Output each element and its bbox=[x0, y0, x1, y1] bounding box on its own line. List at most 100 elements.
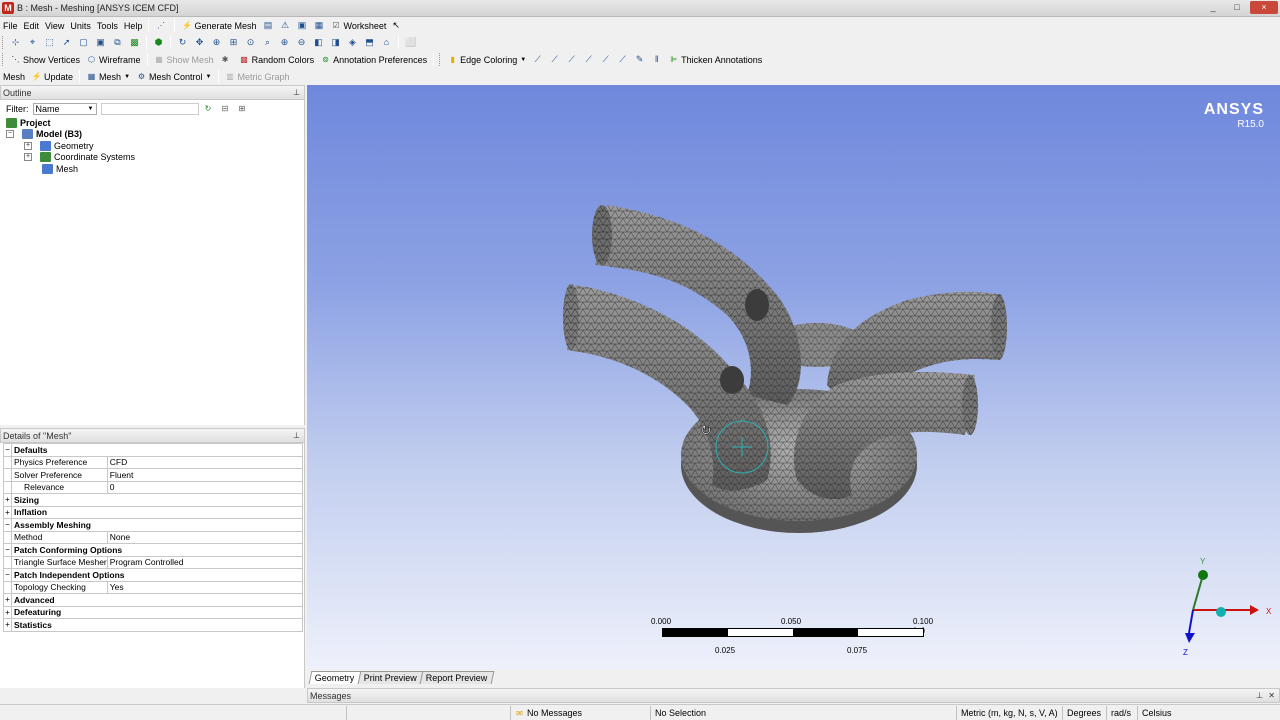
close-icon[interactable]: ✕ bbox=[1268, 691, 1275, 700]
collapse-icon[interactable]: ⊟ bbox=[220, 103, 231, 114]
extend-selection-icon[interactable]: ⬢ bbox=[153, 37, 164, 48]
edge-coloring-button[interactable]: ▮ Edge Coloring ▼ bbox=[444, 52, 529, 67]
collapse-toggle[interactable]: − bbox=[6, 130, 14, 139]
tree-node-coordinate-systems[interactable]: + Coordinate Systems bbox=[0, 152, 304, 164]
help-cursor-icon[interactable]: ↖ bbox=[389, 18, 403, 33]
zoom-to-fit-icon[interactable]: ⊙ bbox=[245, 37, 256, 48]
select-face-icon[interactable]: ▢ bbox=[78, 37, 89, 48]
edge-thickness-icon[interactable]: ‖ bbox=[651, 54, 662, 65]
expand-toggle[interactable]: + bbox=[3, 618, 12, 632]
worksheet-button[interactable]: ☑ Worksheet bbox=[327, 18, 389, 33]
details-property-row[interactable]: Solver Preference Fluent bbox=[3, 468, 304, 482]
pin-tool-icon[interactable]: ✎ bbox=[634, 54, 645, 65]
edge-style-5-icon[interactable]: ⟋ bbox=[600, 54, 611, 65]
update-button[interactable]: ⚡ Update bbox=[28, 69, 76, 84]
magnifier-icon[interactable]: ⌕ bbox=[262, 37, 273, 48]
pan-icon[interactable]: ✥ bbox=[194, 37, 205, 48]
details-group-row[interactable]: + Defeaturing bbox=[3, 605, 303, 619]
refresh-icon[interactable]: ↻ bbox=[203, 103, 214, 114]
property-value[interactable]: Fluent bbox=[106, 468, 304, 482]
property-value[interactable]: Yes bbox=[106, 580, 304, 594]
collapse-toggle[interactable]: − bbox=[3, 518, 12, 532]
metric-graph-button[interactable]: ▥ Metric Graph bbox=[222, 69, 293, 84]
show-vertices-button[interactable]: ⋱ Show Vertices bbox=[7, 52, 83, 67]
zoom-out-icon[interactable]: ⊖ bbox=[296, 37, 307, 48]
tab-geometry[interactable]: Geometry bbox=[308, 671, 361, 684]
select-edge-icon[interactable]: ⌖ bbox=[27, 37, 38, 48]
select-mesh-icon[interactable]: ▩ bbox=[129, 37, 140, 48]
details-property-row[interactable]: Relevance 0 bbox=[3, 480, 304, 494]
menu-tools[interactable]: Tools bbox=[94, 18, 121, 33]
tree-node-model[interactable]: − Model (B3) bbox=[0, 129, 304, 141]
property-value[interactable]: None bbox=[106, 530, 304, 544]
rate-units-status[interactable]: rad/s bbox=[1111, 708, 1131, 718]
details-group-row[interactable]: − Defaults bbox=[3, 443, 303, 457]
tab-report-preview[interactable]: Report Preview bbox=[419, 671, 494, 684]
expand-toggle[interactable]: + bbox=[3, 505, 12, 519]
menu-units[interactable]: Units bbox=[67, 18, 94, 33]
tab-print-preview[interactable]: Print Preview bbox=[357, 671, 423, 684]
edge-style-1-icon[interactable]: ⟋ bbox=[532, 54, 543, 65]
details-group-row[interactable]: + Sizing bbox=[3, 493, 303, 507]
property-value[interactable]: 0 bbox=[106, 480, 304, 494]
expand-all-icon[interactable]: ⊞ bbox=[237, 103, 248, 114]
expand-toggle[interactable]: + bbox=[3, 605, 12, 619]
temperature-units-status[interactable]: Celsius bbox=[1142, 708, 1172, 718]
next-view-icon[interactable]: ◨ bbox=[330, 37, 341, 48]
edge-style-4-icon[interactable]: ⟋ bbox=[583, 54, 594, 65]
pin-icon[interactable]: ⊥ bbox=[1256, 691, 1263, 700]
pin-icon[interactable]: ⊥ bbox=[293, 431, 300, 440]
mesh-dropdown-button[interactable]: ▦ Mesh ▼ bbox=[83, 69, 133, 84]
set-view-icon[interactable]: ⬒ bbox=[364, 37, 375, 48]
cursor-mode-icon[interactable]: ➚ bbox=[61, 37, 72, 48]
units-status[interactable]: Metric (m, kg, N, s, V, A) bbox=[961, 708, 1058, 718]
details-group-row[interactable]: + Statistics bbox=[3, 618, 303, 632]
wireframe-button[interactable]: ⬡ Wireframe bbox=[83, 52, 144, 67]
messages-status[interactable]: ✉ No Messages bbox=[514, 708, 582, 719]
random-colors-button[interactable]: ▩ Random Colors bbox=[236, 52, 318, 67]
expand-toggle[interactable]: + bbox=[3, 593, 12, 607]
minimize-button[interactable]: _ bbox=[1202, 1, 1224, 14]
edge-style-3-icon[interactable]: ⟋ bbox=[566, 54, 577, 65]
property-value[interactable]: CFD bbox=[106, 455, 304, 469]
select-body-icon[interactable]: ▣ bbox=[95, 37, 106, 48]
collapse-toggle[interactable]: − bbox=[3, 543, 12, 557]
tree-node-mesh[interactable]: Mesh bbox=[0, 163, 304, 175]
expand-toggle[interactable]: + bbox=[24, 153, 32, 162]
details-group-row[interactable]: + Inflation bbox=[3, 505, 303, 519]
menu-edit[interactable]: Edit bbox=[21, 18, 43, 33]
edge-style-2-icon[interactable]: ⟋ bbox=[549, 54, 560, 65]
expand-toggle[interactable]: + bbox=[24, 141, 32, 150]
selection-filter-icon[interactable]: ⬚ bbox=[44, 37, 55, 48]
generate-mesh-button[interactable]: ⚡ Generate Mesh bbox=[178, 18, 259, 33]
angle-units-status[interactable]: Degrees bbox=[1067, 708, 1101, 718]
mesh-model[interactable]: ↻ Y X Z bbox=[307, 85, 1280, 669]
details-property-row[interactable]: Triangle Surface Mesher Program Controlle… bbox=[3, 555, 304, 569]
previous-view-icon[interactable]: ◧ bbox=[313, 37, 324, 48]
details-group-row[interactable]: − Patch Independent Options bbox=[3, 568, 303, 582]
expand-toggle[interactable]: + bbox=[3, 493, 12, 507]
details-group-row[interactable]: − Assembly Meshing bbox=[3, 518, 303, 532]
thicken-annotations-button[interactable]: ⊫ Thicken Annotations bbox=[665, 52, 765, 67]
menu-file[interactable]: File bbox=[0, 18, 21, 33]
tree-node-project[interactable]: Project bbox=[0, 117, 304, 129]
details-group-row[interactable]: + Advanced bbox=[3, 593, 303, 607]
close-button[interactable]: × bbox=[1250, 1, 1278, 14]
tree-node-geometry[interactable]: + Geometry bbox=[0, 140, 304, 152]
preview-icon[interactable]: ▤ bbox=[262, 20, 273, 31]
screenshot-icon[interactable]: ▦ bbox=[313, 20, 324, 31]
pin-icon[interactable]: ⊥ bbox=[293, 88, 300, 97]
show-mesh-button[interactable]: ▦ Show Mesh bbox=[151, 52, 217, 67]
image-icon[interactable]: ▣ bbox=[296, 20, 307, 31]
details-group-row[interactable]: − Patch Conforming Options bbox=[3, 543, 303, 557]
zoom-icon[interactable]: ⊕ bbox=[211, 37, 222, 48]
label-icon[interactable]: ⌂ bbox=[381, 37, 392, 48]
zoom-in-icon[interactable]: ⊕ bbox=[279, 37, 290, 48]
box-zoom-icon[interactable]: ⊞ bbox=[228, 37, 239, 48]
select-vertex-icon[interactable]: ⊹ bbox=[10, 37, 21, 48]
filter-input[interactable] bbox=[100, 102, 199, 115]
menu-help[interactable]: Help bbox=[121, 18, 146, 33]
mesh-control-button[interactable]: ⚙ Mesh Control ▼ bbox=[133, 69, 214, 84]
details-property-row[interactable]: Topology Checking Yes bbox=[3, 580, 304, 594]
select-all-icon[interactable]: ⧉ bbox=[112, 37, 123, 48]
